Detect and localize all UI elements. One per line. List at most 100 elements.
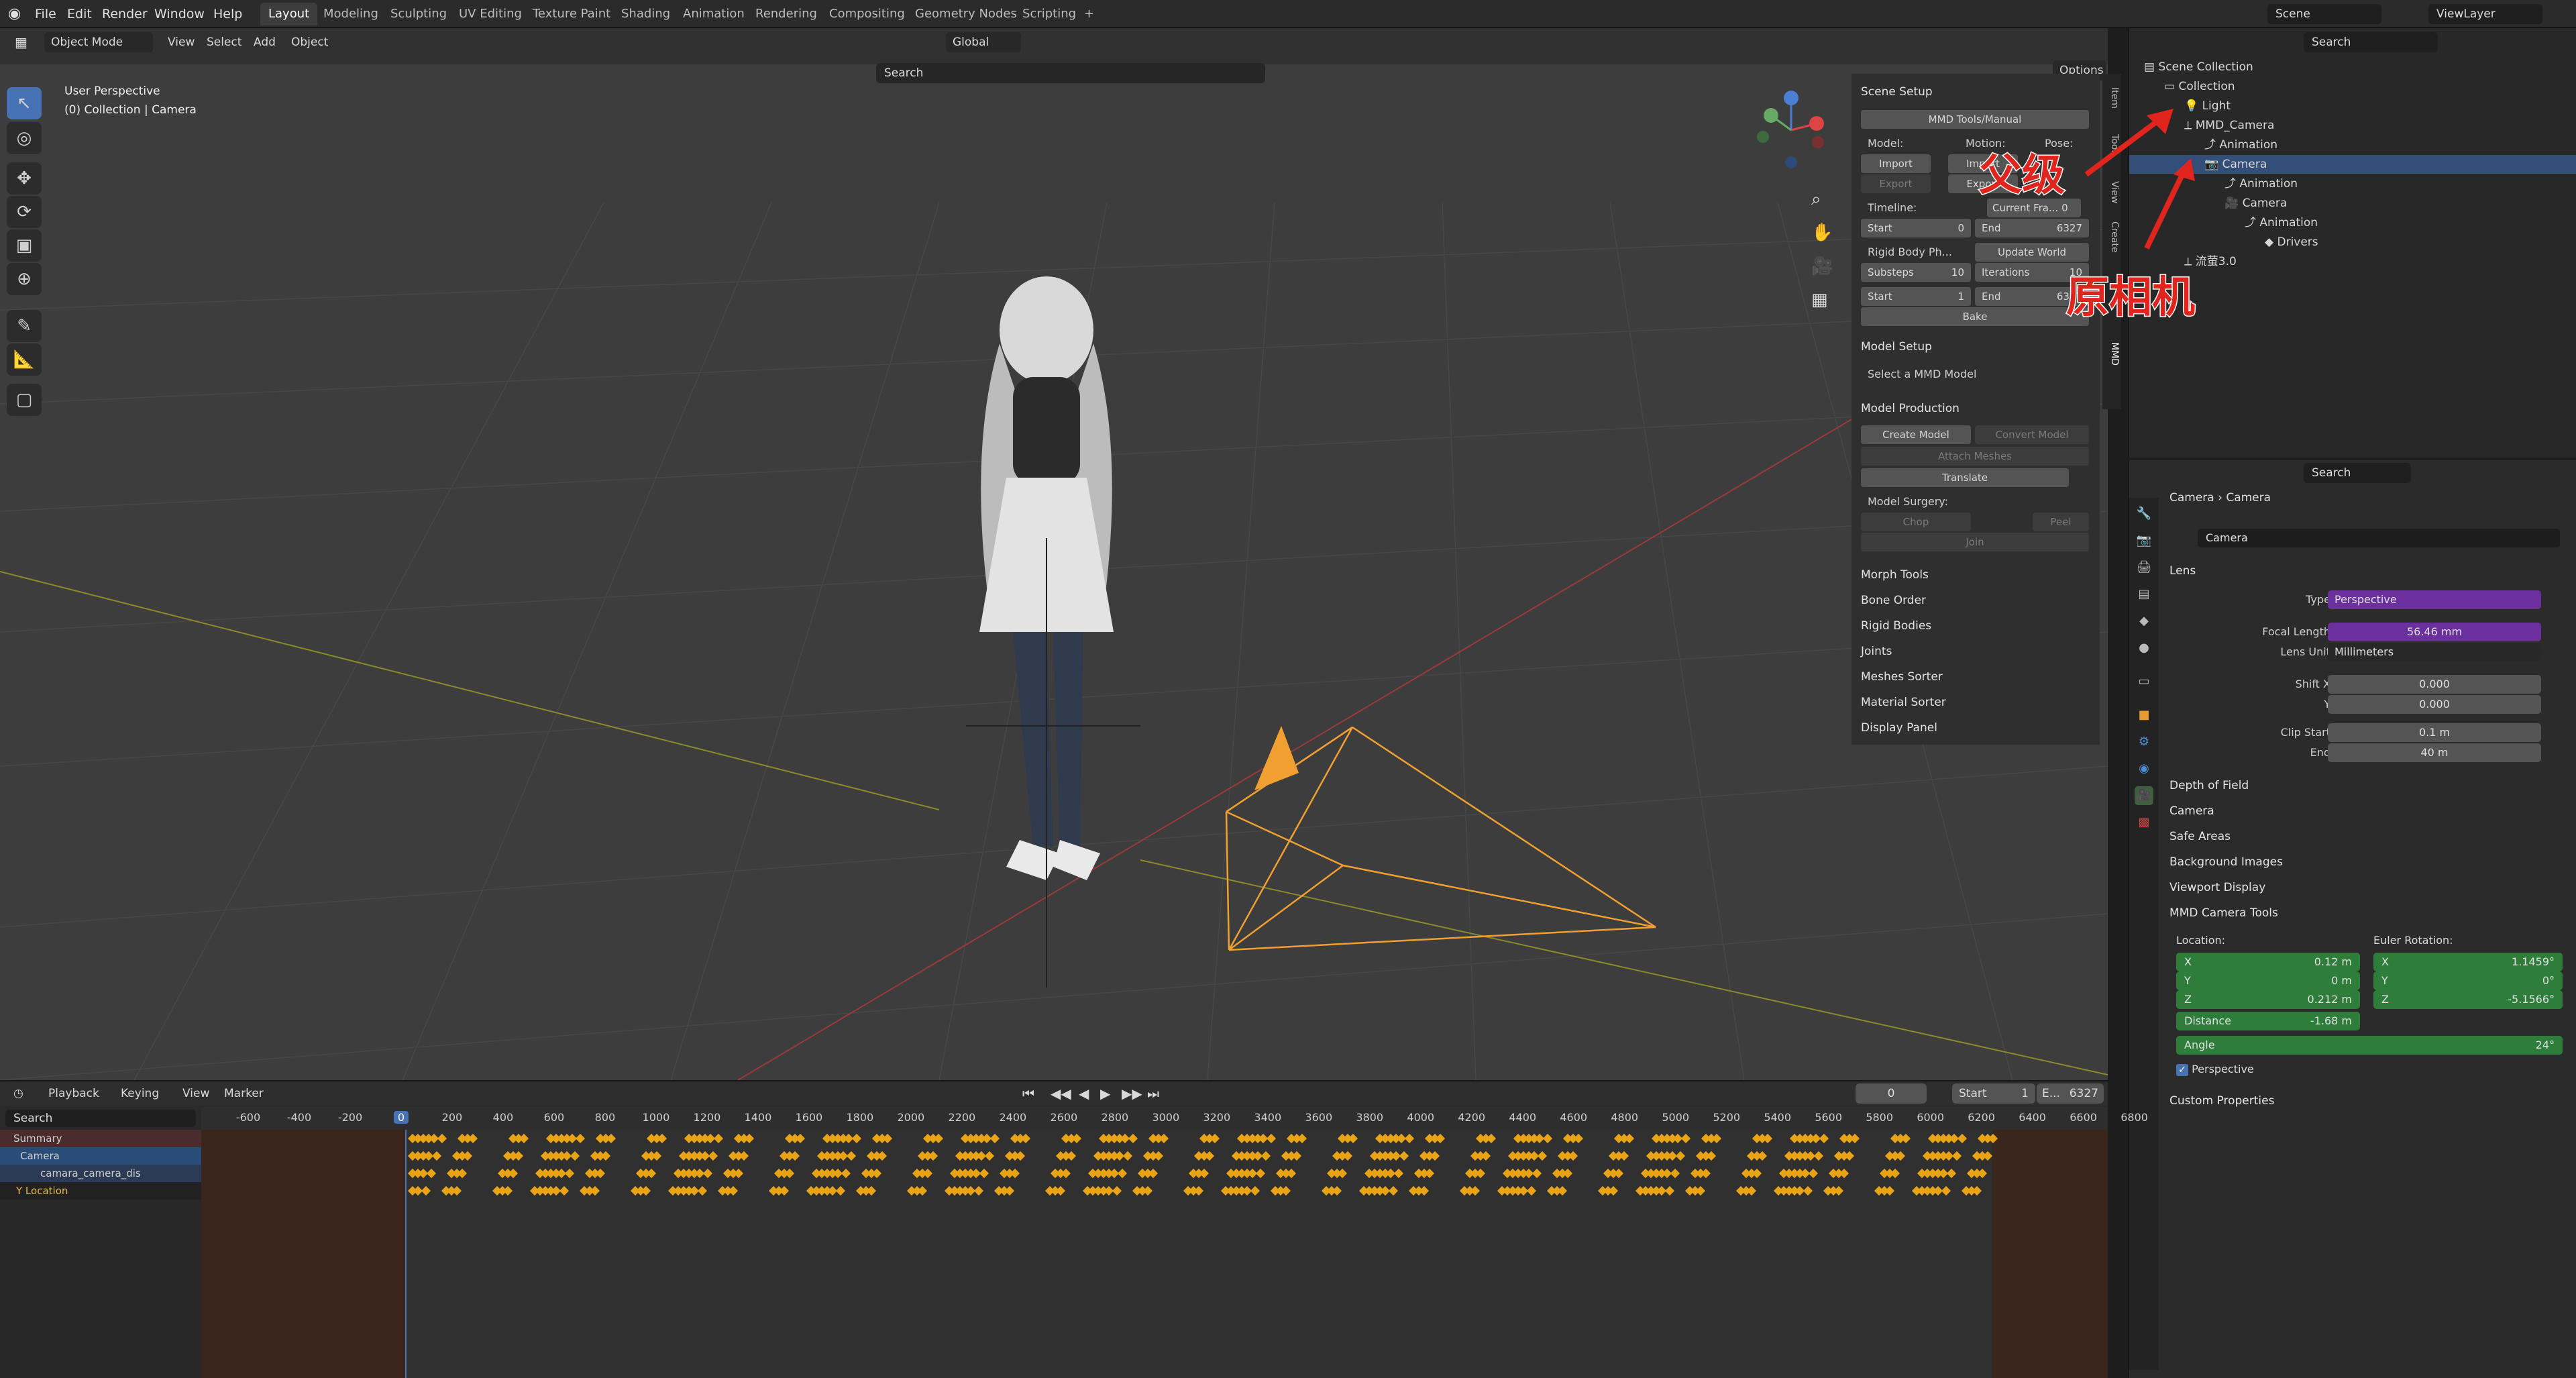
mode-selector[interactable]: Object Mode: [44, 32, 153, 52]
keyframe-diamond[interactable]: [1112, 1185, 1122, 1196]
scale-tool-icon[interactable]: ▣: [7, 229, 42, 262]
location-z-field[interactable]: Z 0.212 m: [2176, 990, 2360, 1009]
mmd-manual-button[interactable]: MMD Tools/Manual: [1861, 110, 2089, 129]
meshes-sorter-header[interactable]: Meshes Sorter: [1861, 667, 1943, 687]
bake-start-field[interactable]: Start 1: [1861, 287, 1971, 306]
camera-section-header[interactable]: Camera: [2169, 801, 2214, 821]
keyframe-diamond[interactable]: [1819, 1133, 1829, 1144]
timeline-ruler[interactable]: -600 -400 -200 0 200 400 600 800 1000 1200 1400 160…: [201, 1107, 2148, 1130]
viewport-display-header[interactable]: Viewport Display: [2169, 878, 2265, 898]
rotation-y-field[interactable]: Y 0°: [2373, 971, 2563, 990]
keyframe-diamond[interactable]: [851, 1133, 862, 1144]
scene-tab-icon[interactable]: ◆: [2135, 612, 2153, 631]
lens-section-header[interactable]: Lens: [2169, 561, 2196, 581]
keyframe-diamond[interactable]: [835, 1185, 846, 1196]
menu-marker[interactable]: Marker: [217, 1083, 270, 1104]
rotate-tool-icon[interactable]: ⟳: [7, 196, 42, 228]
keyframe-diamond[interactable]: [1260, 1151, 1271, 1161]
tab-shading[interactable]: Shading: [613, 3, 678, 25]
menu-object[interactable]: Object: [284, 32, 335, 52]
location-x-field[interactable]: X 0.12 m: [2176, 953, 2360, 971]
menu-edit[interactable]: Edit: [67, 0, 92, 28]
viewport-search-input[interactable]: Search: [876, 63, 1265, 83]
output-tab-icon[interactable]: 🖨: [2135, 558, 2153, 577]
create-model-button[interactable]: Create Model: [1861, 425, 1971, 444]
transform-tool-icon[interactable]: ⊕: [7, 263, 42, 295]
keyframe-diamond[interactable]: [1532, 1168, 1542, 1179]
bone-order-header[interactable]: Bone Order: [1861, 590, 1926, 611]
current-frame-input[interactable]: 0: [1856, 1083, 1927, 1104]
keyframe-diamond[interactable]: [431, 1151, 442, 1161]
keyframe-area[interactable]: [201, 1130, 2108, 1378]
lens-unit-select[interactable]: Millimeters: [2328, 643, 2541, 661]
lens-type-select[interactable]: Perspective: [2328, 590, 2541, 609]
end-frame-input[interactable]: E... 6327: [2037, 1083, 2104, 1104]
keyframe-diamond[interactable]: [421, 1185, 431, 1196]
menu-add[interactable]: Add: [247, 32, 282, 52]
keyframe-diamond[interactable]: [575, 1133, 586, 1144]
model-import-button[interactable]: Import: [1861, 154, 1931, 173]
keyframe-diamond[interactable]: [713, 1133, 724, 1144]
bake-button[interactable]: Bake: [1861, 307, 2089, 326]
tab-layout[interactable]: Layout: [260, 3, 318, 25]
keyframe-diamond[interactable]: [702, 1168, 713, 1179]
shift-y-field[interactable]: 0.000: [2328, 695, 2541, 714]
keyframe-diamond[interactable]: [697, 1185, 708, 1196]
model-setup-header[interactable]: Model Setup: [1861, 337, 1932, 357]
angle-field[interactable]: Angle 24°: [2176, 1036, 2563, 1055]
world-tab-icon[interactable]: ●: [2135, 639, 2153, 657]
shift-x-field[interactable]: 0.000: [2328, 675, 2541, 694]
scene-selector[interactable]: Scene: [2267, 4, 2381, 24]
chop-button[interactable]: Chop: [1861, 513, 1971, 531]
render-tab-icon[interactable]: 📷: [2135, 531, 2153, 550]
translate-button[interactable]: Translate: [1861, 468, 2069, 487]
outliner-row[interactable]: ▤ Scene Collection: [2129, 58, 2576, 76]
keyframe-diamond[interactable]: [437, 1133, 447, 1144]
clip-start-field[interactable]: 0.1 m: [2328, 723, 2541, 742]
navigation-gizmo[interactable]: [1751, 89, 1831, 176]
channel-camera[interactable]: Camera: [0, 1147, 201, 1165]
keyframe-diamond[interactable]: [1399, 1151, 1409, 1161]
mmd-character-model[interactable]: [926, 256, 1167, 994]
jump-start-icon[interactable]: ⏮: [1016, 1083, 1041, 1104]
channel-y-location[interactable]: Y Location: [0, 1182, 201, 1200]
keyframe-diamond[interactable]: [1813, 1151, 1824, 1161]
keyframe-diamond[interactable]: [570, 1151, 580, 1161]
background-images-header[interactable]: Background Images: [2169, 852, 2283, 872]
blender-logo-icon[interactable]: ◉: [8, 0, 28, 28]
substeps-field[interactable]: Substeps 10: [1861, 263, 1971, 282]
orientation-selector[interactable]: Global: [946, 32, 1021, 52]
collection-tab-icon[interactable]: ▭: [2135, 672, 2153, 691]
keyframe-diamond[interactable]: [1941, 1185, 1951, 1196]
safe-areas-header[interactable]: Safe Areas: [2169, 827, 2231, 847]
measure-tool-icon[interactable]: 📐: [7, 343, 42, 376]
tab-rendering[interactable]: Rendering: [747, 3, 825, 25]
timeline-editor-type-icon[interactable]: ◷: [7, 1083, 30, 1104]
menu-render[interactable]: Render: [102, 0, 148, 28]
editor-type-icon[interactable]: ▦: [8, 32, 34, 52]
properties-search-input[interactable]: Search: [2304, 463, 2411, 483]
scene-setup-header[interactable]: Scene Setup: [1861, 82, 1933, 102]
camera-data-tab-icon[interactable]: 🎥: [2135, 786, 2153, 805]
timeline-search-input[interactable]: Search: [5, 1110, 196, 1127]
keyframe-diamond[interactable]: [1803, 1185, 1813, 1196]
view-layer-tab-icon[interactable]: ▤: [2135, 585, 2153, 604]
rotation-x-field[interactable]: X 1.1459°: [2373, 953, 2563, 971]
object-tab-icon[interactable]: ■: [2135, 706, 2153, 725]
menu-view[interactable]: View: [161, 32, 201, 52]
keyframe-diamond[interactable]: [1664, 1185, 1675, 1196]
keyframe-diamond[interactable]: [1951, 1151, 1962, 1161]
material-sorter-header[interactable]: Material Sorter: [1861, 692, 1946, 712]
tab-geometry-nodes[interactable]: Geometry Nodes: [907, 3, 1025, 25]
keyframe-row[interactable]: [201, 1183, 2108, 1200]
keyframe-diamond[interactable]: [1255, 1168, 1266, 1179]
add-cube-tool-icon[interactable]: ▢: [7, 384, 42, 416]
keyframe-diamond[interactable]: [1670, 1168, 1680, 1179]
keyframe-diamond[interactable]: [559, 1185, 570, 1196]
camera-datablock-field[interactable]: Camera: [2198, 529, 2560, 547]
keyframe-diamond[interactable]: [1393, 1168, 1404, 1179]
tab-mmd[interactable]: MMD: [2104, 342, 2120, 366]
camera-view-icon[interactable]: 🎥: [1811, 256, 1833, 276]
rigid-bodies-header[interactable]: Rigid Bodies: [1861, 616, 1931, 636]
cursor-tool-icon[interactable]: ◎: [7, 122, 42, 154]
